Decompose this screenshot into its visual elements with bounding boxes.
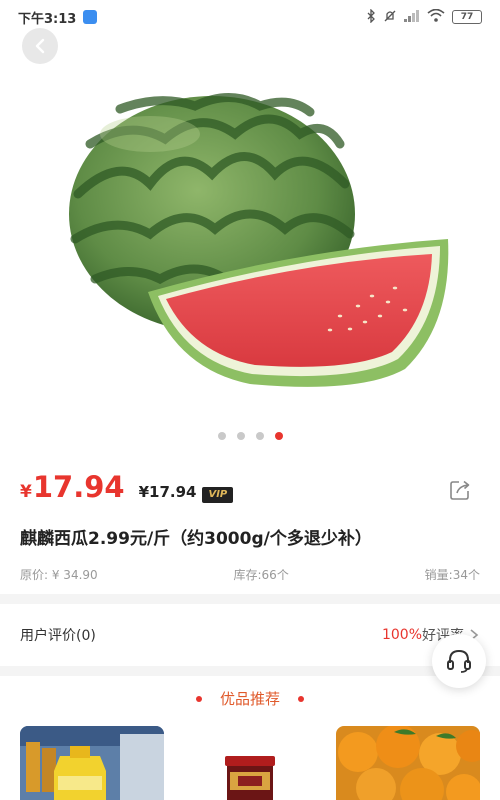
headset-icon: [447, 649, 471, 673]
current-price: 17.94: [32, 470, 125, 504]
signal-icon: [404, 9, 420, 25]
sales-count: 销量:34个: [424, 568, 480, 582]
price-currency: ¥: [20, 482, 32, 502]
positive-percent: 100%: [381, 627, 422, 643]
recommend-header: 优品推荐: [0, 688, 500, 709]
product-meta: 原价: ¥ 34.90 库存:66个 销量:34个: [20, 566, 480, 583]
share-button[interactable]: [448, 478, 472, 502]
stock-count: 库存:66个: [233, 568, 289, 582]
recommend-item[interactable]: [178, 726, 322, 800]
recommend-item[interactable]: [336, 726, 480, 800]
battery-icon: 77: [452, 10, 482, 24]
original-price: 原价: ¥ 34.90: [20, 568, 98, 582]
bluetooth-icon: [366, 7, 376, 26]
section-divider: [0, 594, 500, 604]
mute-icon: [383, 9, 397, 26]
recommend-item[interactable]: [20, 726, 164, 800]
decor-dot: [195, 695, 202, 702]
status-time: 下午3:13: [18, 11, 77, 27]
price-row: ¥ 17.94 ¥17.94 VIP: [20, 470, 480, 510]
chevron-left-icon: [35, 38, 45, 54]
vip-price: ¥17.94: [138, 483, 197, 501]
reviews-row[interactable]: 用户评价(0) 100% 好评率: [0, 612, 500, 658]
reviews-label: 用户评价(0): [20, 628, 96, 644]
back-button[interactable]: [22, 28, 58, 64]
carousel-dot-active[interactable]: [274, 432, 283, 440]
carousel-dot[interactable]: [217, 432, 226, 440]
product-image-gallery[interactable]: [0, 34, 500, 434]
recommend-title: 优品推荐: [219, 690, 280, 708]
recommend-list: [20, 726, 480, 800]
customer-service-button[interactable]: [432, 634, 486, 688]
vip-badge: VIP: [202, 486, 234, 503]
cooking-oil-image: [20, 726, 164, 800]
section-divider: [0, 666, 500, 676]
status-bar: 下午3:13 77: [0, 0, 500, 34]
carousel-dot[interactable]: [236, 432, 245, 440]
share-icon: [450, 480, 470, 500]
app-notification-icon: [83, 10, 98, 24]
wifi-icon: [427, 8, 445, 25]
watermelon-image: [69, 93, 449, 387]
carousel-dot[interactable]: [255, 432, 264, 440]
status-icons: 77: [366, 7, 482, 26]
sauce-jar-image: [178, 726, 322, 800]
oranges-image: [336, 726, 480, 800]
product-title: 麒麟西瓜2.99元/斤（约3000g/个多退少补）: [20, 529, 372, 549]
decor-dot: [298, 695, 304, 702]
carousel-indicator[interactable]: [0, 432, 500, 440]
